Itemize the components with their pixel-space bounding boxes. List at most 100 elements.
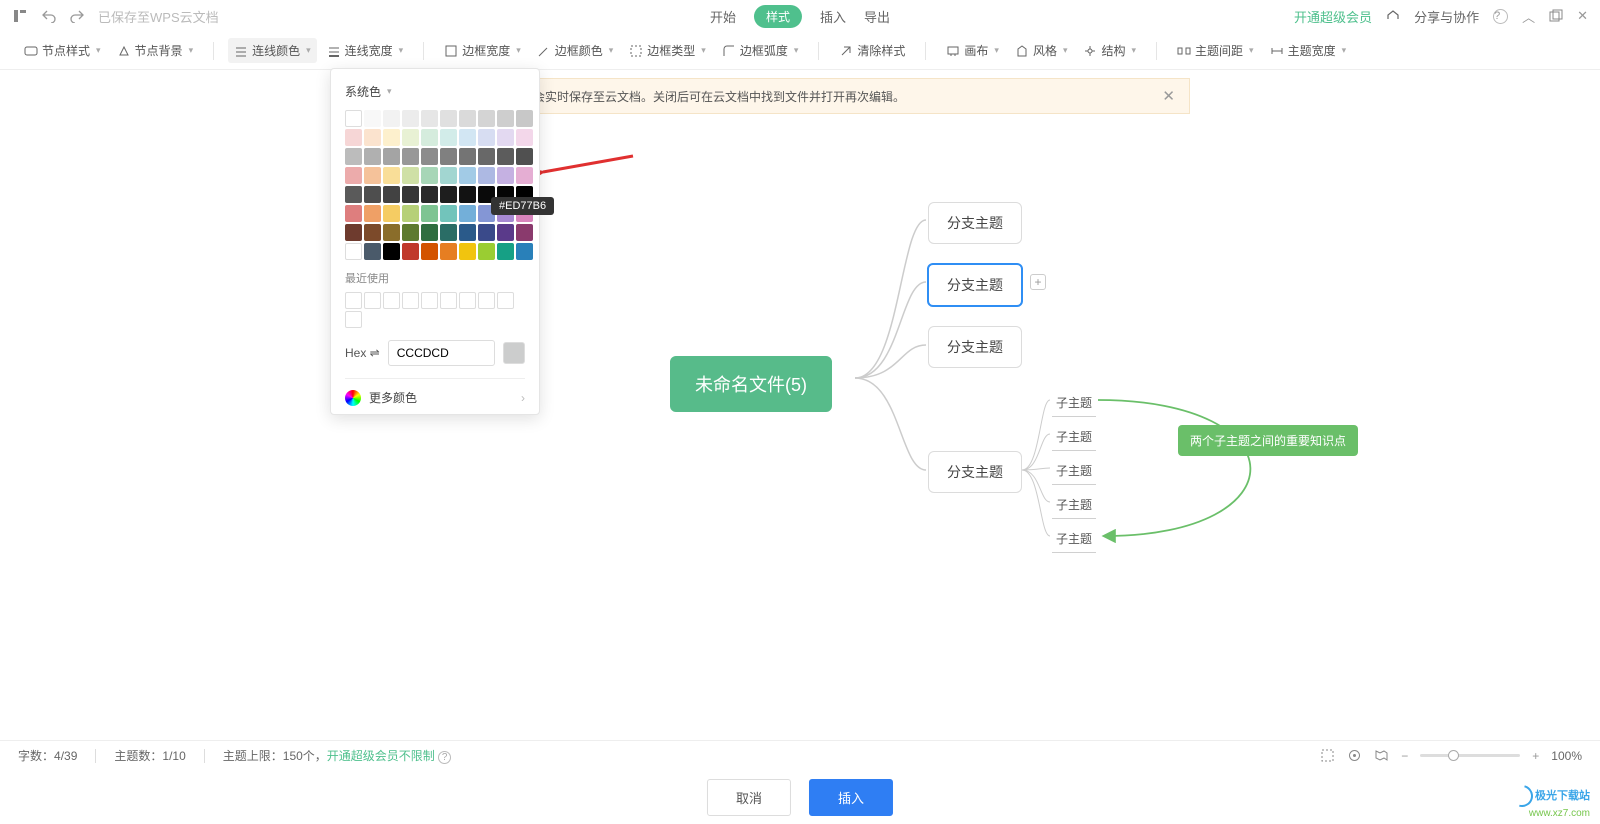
hex-input[interactable] (388, 340, 495, 366)
tb-line-color[interactable]: 连线颜色▾ (228, 38, 317, 63)
color-swatch[interactable] (516, 148, 533, 165)
map-icon[interactable] (1374, 748, 1389, 763)
tb-node-style[interactable]: 节点样式▾ (18, 38, 107, 63)
more-colors[interactable]: 更多颜色 › (345, 378, 525, 406)
color-swatch[interactable] (402, 186, 419, 203)
color-swatch[interactable] (421, 167, 438, 184)
color-swatch[interactable] (402, 148, 419, 165)
locate-icon[interactable] (1320, 748, 1335, 763)
color-swatch[interactable] (364, 110, 381, 127)
color-swatch[interactable] (478, 243, 495, 260)
color-swatch[interactable] (345, 110, 362, 127)
color-swatch[interactable] (497, 167, 514, 184)
tab-style[interactable]: 样式 (754, 5, 802, 28)
color-swatch[interactable] (478, 110, 495, 127)
tb-border-width[interactable]: 边框宽度▾ (438, 38, 527, 63)
color-swatch[interactable] (364, 129, 381, 146)
mindmap-canvas[interactable]: 未命名文件(5) 分支主题 分支主题 + 分支主题 分支主题 子主题 子主题 子… (0, 110, 1600, 734)
recent-swatch[interactable] (383, 292, 400, 309)
color-swatch[interactable] (421, 110, 438, 127)
color-swatch[interactable] (459, 129, 476, 146)
color-swatch[interactable] (516, 243, 533, 260)
undo-icon[interactable] (42, 9, 56, 23)
color-swatch[interactable] (516, 167, 533, 184)
color-swatch[interactable] (440, 110, 457, 127)
unlimited-link[interactable]: 开通超级会员不限制 (327, 749, 435, 763)
vip-link[interactable]: 开通超级会员 (1294, 7, 1372, 26)
color-swatch[interactable] (516, 129, 533, 146)
sub-node[interactable]: 子主题 (1052, 457, 1096, 485)
color-swatch[interactable] (383, 148, 400, 165)
color-swatch[interactable] (345, 205, 362, 222)
sub-node[interactable]: 子主题 (1052, 423, 1096, 451)
recent-swatch[interactable] (345, 311, 362, 328)
share-link[interactable]: 分享与协作 (1414, 7, 1479, 26)
color-swatch[interactable] (421, 148, 438, 165)
color-swatch[interactable] (383, 243, 400, 260)
color-swatch[interactable] (440, 148, 457, 165)
color-swatch[interactable] (345, 167, 362, 184)
color-swatch[interactable] (383, 224, 400, 241)
color-swatch[interactable] (364, 186, 381, 203)
color-swatch[interactable] (402, 167, 419, 184)
color-swatch[interactable] (364, 243, 381, 260)
tb-structure[interactable]: 结构▾ (1077, 38, 1142, 63)
zoom-in-icon[interactable]: + (1532, 749, 1539, 763)
color-swatch[interactable] (402, 243, 419, 260)
recent-swatch[interactable] (364, 292, 381, 309)
color-swatch[interactable] (345, 224, 362, 241)
sub-node[interactable]: 子主题 (1052, 491, 1096, 519)
recent-swatch[interactable] (402, 292, 419, 309)
tab-insert[interactable]: 插入 (820, 7, 846, 26)
color-swatch[interactable] (383, 167, 400, 184)
color-swatch[interactable] (345, 148, 362, 165)
recent-swatch[interactable] (478, 292, 495, 309)
tab-export[interactable]: 导出 (864, 7, 890, 26)
color-swatch[interactable] (402, 110, 419, 127)
color-swatch[interactable] (459, 186, 476, 203)
branch-node[interactable]: 分支主题 (928, 202, 1022, 244)
color-swatch[interactable] (364, 167, 381, 184)
color-swatch[interactable] (345, 129, 362, 146)
branch-node[interactable]: 分支主题 (928, 451, 1022, 493)
cancel-button[interactable]: 取消 (707, 779, 791, 816)
color-swatch[interactable] (497, 148, 514, 165)
collapse-icon[interactable]: ︿ (1522, 7, 1535, 26)
share-icon[interactable] (1386, 9, 1400, 23)
color-swatch[interactable] (364, 205, 381, 222)
color-swatch[interactable] (440, 205, 457, 222)
color-swatch[interactable] (459, 110, 476, 127)
color-swatch[interactable] (421, 224, 438, 241)
close-icon[interactable]: ✕ (1162, 87, 1175, 105)
color-swatch[interactable] (459, 224, 476, 241)
color-swatch[interactable] (478, 224, 495, 241)
color-swatch[interactable] (497, 129, 514, 146)
color-swatch[interactable] (516, 110, 533, 127)
recent-swatch[interactable] (345, 292, 362, 309)
color-swatch[interactable] (440, 243, 457, 260)
tb-theme[interactable]: 风格▾ (1009, 38, 1074, 63)
tb-node-bg[interactable]: 节点背景▾ (111, 38, 200, 63)
color-swatch[interactable] (402, 129, 419, 146)
tb-topic-gap[interactable]: 主题间距▾ (1171, 38, 1260, 63)
zoom-out-icon[interactable]: − (1401, 749, 1408, 763)
center-icon[interactable] (1347, 748, 1362, 763)
app-logo-icon[interactable] (12, 8, 28, 24)
tb-canvas[interactable]: 画布▾ (940, 38, 1005, 63)
color-swatch[interactable] (440, 129, 457, 146)
tb-border-radius[interactable]: 边框弧度▾ (716, 38, 805, 63)
close-window-icon[interactable]: ✕ (1577, 8, 1588, 24)
color-swatch[interactable] (459, 167, 476, 184)
tb-line-width[interactable]: 连线宽度▾ (321, 38, 410, 63)
color-swatch[interactable] (459, 243, 476, 260)
color-system-header[interactable]: 系统色▾ (345, 83, 525, 100)
color-swatch[interactable] (478, 129, 495, 146)
help-icon[interactable]: ? (1493, 9, 1508, 24)
callout-note[interactable]: 两个子主题之间的重要知识点 (1178, 425, 1358, 456)
add-node-button[interactable]: + (1030, 274, 1046, 290)
color-swatch[interactable] (478, 167, 495, 184)
branch-node-selected[interactable]: 分支主题 (927, 263, 1023, 307)
color-swatch[interactable] (459, 205, 476, 222)
zoom-slider[interactable] (1420, 754, 1520, 757)
insert-button[interactable]: 插入 (809, 779, 893, 816)
